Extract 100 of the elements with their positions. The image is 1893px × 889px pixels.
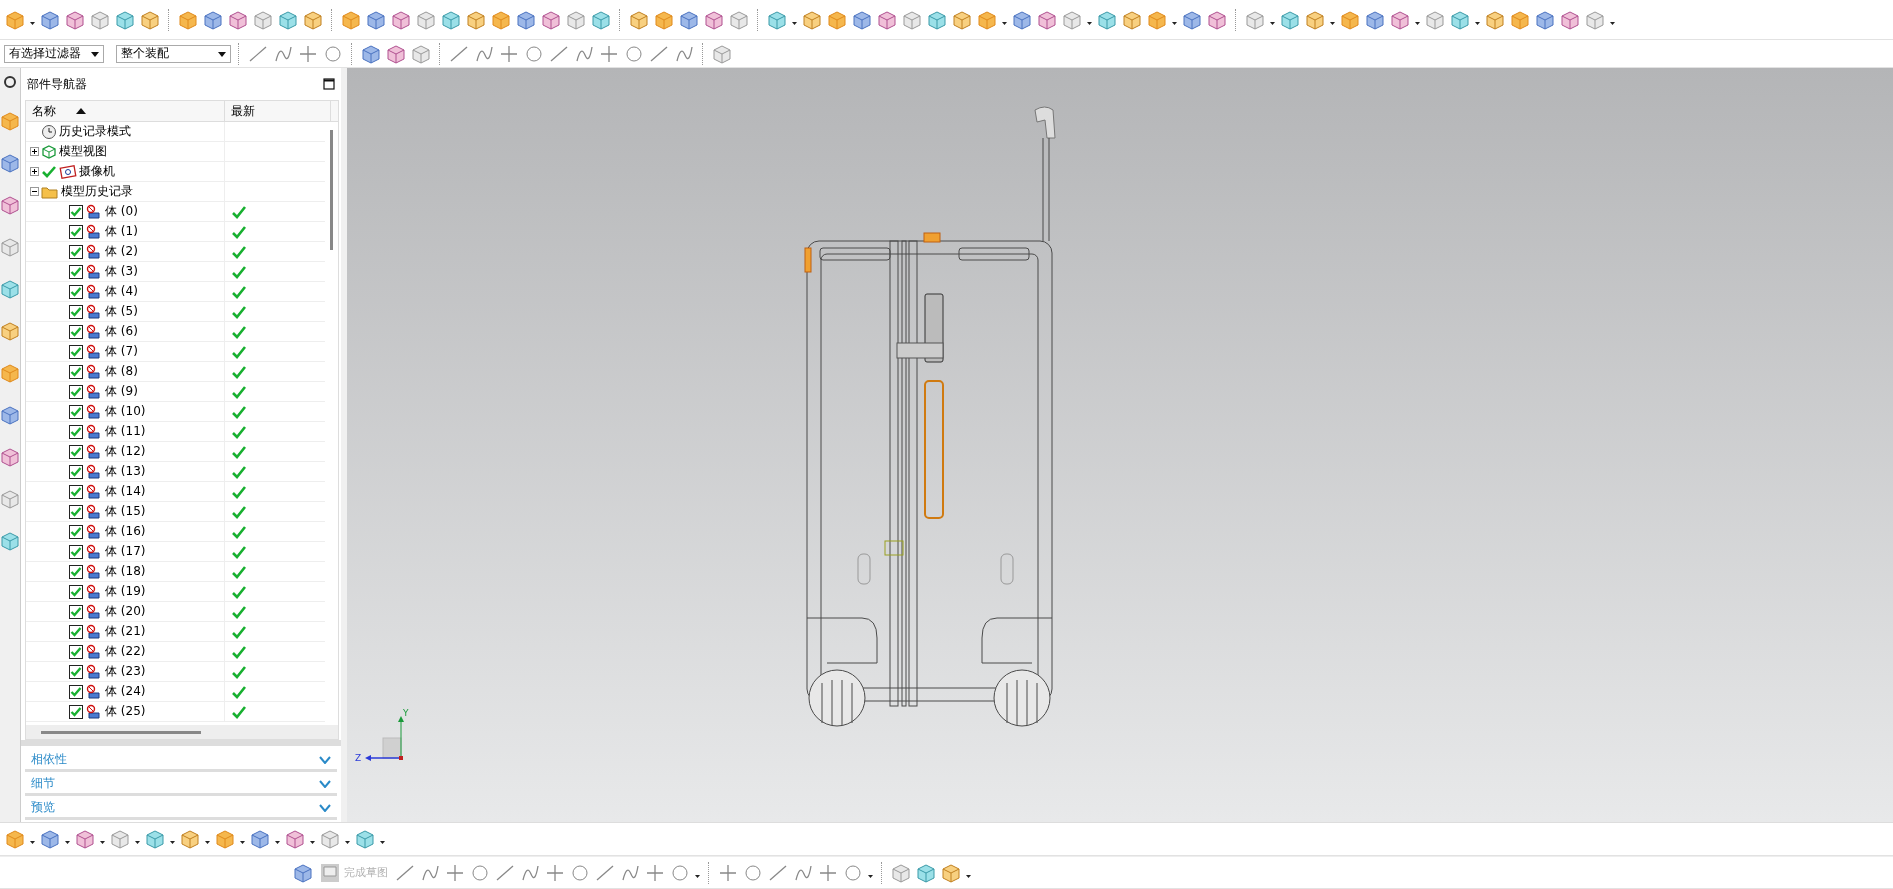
tree-item[interactable]: 体 (2): [105, 243, 138, 260]
maximize-icon[interactable]: [323, 78, 335, 90]
expand-icon[interactable]: [30, 147, 39, 156]
caret-icon[interactable]: [218, 49, 226, 58]
tree-item[interactable]: 体 (9): [105, 383, 138, 400]
tree-item[interactable]: 体 (4): [105, 283, 138, 300]
tree-item[interactable]: 体 (15): [105, 503, 146, 520]
checkbox[interactable]: [69, 324, 83, 339]
cube-icon[interactable]: [0, 110, 20, 132]
tree-item[interactable]: 体 (25): [105, 703, 146, 720]
column-header[interactable]: 最新: [231, 102, 255, 120]
tree-item[interactable]: 体 (19): [105, 583, 146, 600]
checkbox[interactable]: [69, 444, 83, 459]
chevron-down-icon[interactable]: [319, 755, 331, 764]
tree-item[interactable]: 体 (18): [105, 563, 146, 580]
checkbox[interactable]: [69, 224, 83, 239]
tree-item[interactable]: 体 (10): [105, 403, 146, 420]
axis-label: Y: [403, 708, 409, 718]
tree-item[interactable]: 体 (21): [105, 623, 146, 640]
cube-icon[interactable]: [0, 278, 20, 300]
cube-icon[interactable]: [74, 828, 96, 850]
tree-item[interactable]: 体 (6): [105, 323, 138, 340]
checkbox[interactable]: [69, 244, 83, 259]
tree-item[interactable]: 体 (0): [105, 203, 138, 220]
checkbox[interactable]: [69, 504, 83, 519]
checkbox[interactable]: [69, 604, 83, 619]
tree-item[interactable]: 体 (14): [105, 483, 146, 500]
tree-item[interactable]: 体 (17): [105, 543, 146, 560]
checkbox[interactable]: [69, 564, 83, 579]
body-feature-icon: [85, 363, 103, 380]
checkbox[interactable]: [69, 484, 83, 499]
tree-item[interactable]: 体 (3): [105, 263, 138, 280]
cube-icon[interactable]: [39, 828, 61, 850]
checkbox[interactable]: [69, 404, 83, 419]
tree-item[interactable]: 摄像机: [79, 163, 115, 180]
cube-icon[interactable]: [0, 446, 20, 468]
cube-icon[interactable]: [0, 488, 20, 510]
tree-item[interactable]: 体 (11): [105, 423, 146, 440]
checkbox[interactable]: [69, 364, 83, 379]
cube-icon[interactable]: [0, 194, 20, 216]
cube-icon[interactable]: [0, 530, 20, 552]
checkbox[interactable]: [69, 624, 83, 639]
tree-item[interactable]: 模型历史记录: [61, 183, 133, 200]
checkbox[interactable]: [69, 304, 83, 319]
cube-icon: [41, 143, 57, 160]
collapse-icon[interactable]: [30, 187, 39, 196]
chevron-down-icon[interactable]: [319, 803, 331, 812]
scrollbar-thumb[interactable]: [41, 730, 201, 734]
body-feature-icon: [85, 563, 103, 580]
dropdown[interactable]: 有选择过滤器: [4, 44, 104, 63]
tree-item[interactable]: 体 (1): [105, 223, 138, 240]
checkbox[interactable]: [69, 684, 83, 699]
tree-item[interactable]: 体 (13): [105, 463, 146, 480]
section-header[interactable]: 细节: [25, 774, 337, 796]
tree-item[interactable]: 体 (22): [105, 643, 146, 660]
body-feature-icon: [85, 343, 103, 360]
expand-icon[interactable]: [30, 167, 39, 176]
body-feature-icon: [85, 583, 103, 600]
checkbox[interactable]: [69, 644, 83, 659]
tree-item[interactable]: 体 (23): [105, 663, 146, 680]
checkbox[interactable]: [69, 524, 83, 539]
checkbox[interactable]: [69, 344, 83, 359]
tree-item[interactable]: 体 (7): [105, 343, 138, 360]
checkbox[interactable]: [69, 424, 83, 439]
tree-item[interactable]: 体 (24): [105, 683, 146, 700]
cube-icon[interactable]: [0, 152, 20, 174]
cube-icon[interactable]: [0, 362, 20, 384]
checkbox[interactable]: [69, 464, 83, 479]
tree-item[interactable]: 体 (16): [105, 523, 146, 540]
cube-icon[interactable]: [0, 320, 20, 342]
body-feature-icon: [85, 443, 103, 460]
column-header[interactable]: 名称: [32, 102, 56, 120]
checkbox[interactable]: [69, 664, 83, 679]
tree-item[interactable]: 体 (8): [105, 363, 138, 380]
cube-icon[interactable]: [0, 236, 20, 258]
tree-item[interactable]: 体 (20): [105, 603, 146, 620]
dropdown[interactable]: 整个装配: [116, 44, 231, 63]
chevron-down-icon[interactable]: [319, 779, 331, 788]
caret-icon[interactable]: [91, 49, 99, 58]
checkbox[interactable]: [69, 584, 83, 599]
tree-item[interactable]: 历史记录模式: [59, 123, 131, 140]
tree-item[interactable]: 体 (5): [105, 303, 138, 320]
checkbox[interactable]: [69, 384, 83, 399]
body-feature-icon: [85, 243, 103, 260]
tree-item[interactable]: 模型视图: [59, 143, 107, 160]
cube-icon[interactable]: [0, 404, 20, 426]
body-feature-icon: [85, 423, 103, 440]
cube-icon[interactable]: [249, 828, 271, 850]
axis-label: Z: [355, 753, 362, 763]
section-header[interactable]: 相依性: [25, 750, 337, 772]
sort-ascending-icon[interactable]: [76, 107, 86, 115]
checkbox[interactable]: [69, 544, 83, 559]
checkbox[interactable]: [69, 204, 83, 219]
checkbox[interactable]: [69, 264, 83, 279]
tree-item[interactable]: 体 (12): [105, 443, 146, 460]
checkbox[interactable]: [69, 704, 83, 719]
scrollbar-thumb[interactable]: [330, 130, 333, 250]
body-feature-icon: [85, 643, 103, 660]
cube-icon[interactable]: [284, 828, 306, 850]
checkbox[interactable]: [69, 284, 83, 299]
